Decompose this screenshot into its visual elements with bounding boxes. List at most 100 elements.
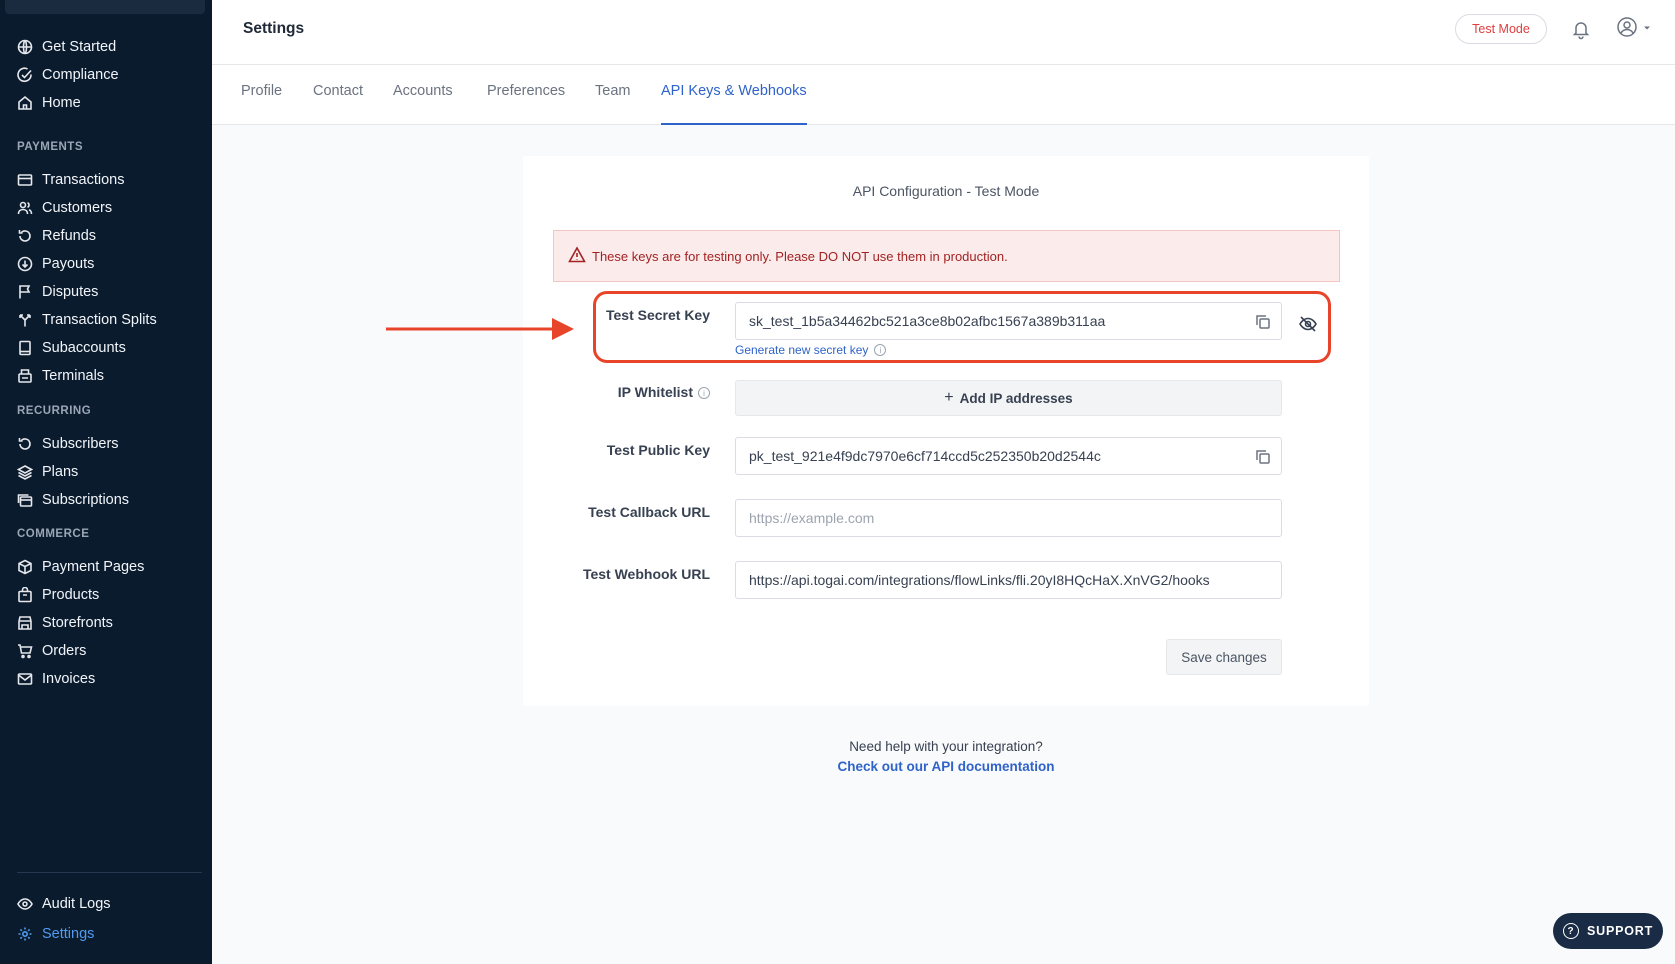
sidebar-item-subscriptions[interactable]: Subscriptions (17, 488, 129, 512)
user-menu[interactable] (1616, 16, 1656, 43)
test-mode-button[interactable]: Test Mode (1455, 14, 1547, 44)
sidebar-item-home[interactable]: Home (17, 91, 81, 115)
sidebar-item-invoices[interactable]: Invoices (17, 667, 95, 691)
sidebar-item-label: Orders (42, 643, 87, 659)
tab-api-keys-webhooks[interactable]: API Keys & Webhooks (661, 83, 807, 125)
user-avatar-icon (1616, 16, 1638, 43)
plus-icon: + (944, 389, 954, 406)
support-button[interactable]: ? SUPPORT (1553, 913, 1663, 949)
sidebar-item-label: Subscriptions (42, 492, 130, 508)
globe-icon (17, 39, 33, 55)
check-circle-icon (17, 67, 33, 83)
notifications-bell-icon[interactable] (1570, 18, 1592, 40)
top-header: Settings Test Mode (212, 0, 1675, 65)
add-ip-label: Add IP addresses (959, 390, 1073, 406)
sidebar-item-label: Customers (42, 200, 113, 216)
sidebar-item-get-started[interactable]: Get Started (17, 35, 116, 59)
warning-triangle-icon (568, 245, 592, 267)
sidebar-item-transactions[interactable]: Transactions (17, 168, 124, 192)
sidebar-divider (17, 872, 202, 873)
eye-icon (17, 896, 33, 912)
annotation-arrow-icon (386, 318, 574, 340)
copy-secret-key-icon[interactable] (1254, 313, 1272, 331)
home-icon (17, 95, 33, 111)
copy-public-key-icon[interactable] (1254, 448, 1272, 466)
sidebar-item-label: Transaction Splits (42, 312, 157, 328)
cart-icon (17, 643, 33, 659)
sidebar-item-label: Subscribers (42, 436, 119, 452)
sidebar-item-label: Transactions (42, 172, 125, 188)
support-label: SUPPORT (1586, 924, 1654, 938)
add-ip-addresses-button[interactable]: + Add IP addresses (735, 380, 1282, 416)
settings-tabs: Profile Contact Accounts Preferences Tea… (212, 65, 1675, 125)
sidebar-section-recurring: RECURRING (17, 405, 92, 417)
secret-key-field[interactable]: sk_test_1b5a34462bc521a3ce8b02afbc1567a3… (735, 302, 1282, 340)
sidebar-section-commerce: COMMERCE (17, 528, 90, 540)
sidebar-item-terminals[interactable]: Terminals (17, 364, 104, 388)
tab-contact[interactable]: Contact (313, 83, 363, 125)
sidebar-item-subscribers[interactable]: Subscribers (17, 432, 119, 456)
box-icon (17, 559, 33, 575)
public-key-value: pk_test_921e4f9dc7970e6cf714ccd5c252350b… (749, 448, 1101, 464)
tab-preferences[interactable]: Preferences (487, 83, 565, 125)
secret-key-value: sk_test_1b5a34462bc521a3ce8b02afbc1567a3… (749, 313, 1106, 329)
mail-icon (17, 671, 33, 687)
callback-url-label: Test Callback URL (588, 504, 710, 520)
card-icon (17, 172, 33, 188)
sidebar-item-label: Payouts (42, 256, 95, 272)
storefront-icon (17, 615, 33, 631)
tab-profile[interactable]: Profile (241, 83, 282, 125)
sidebar: Get Started Compliance Home PAYMENTS Tra… (0, 0, 212, 964)
sidebar-item-transaction-splits[interactable]: Transaction Splits (17, 308, 157, 332)
sidebar-item-disputes[interactable]: Disputes (17, 280, 98, 304)
package-icon (17, 587, 33, 603)
sidebar-item-subaccounts[interactable]: Subaccounts (17, 336, 126, 360)
split-icon (17, 312, 33, 328)
sidebar-item-refunds[interactable]: Refunds (17, 224, 96, 248)
sidebar-item-label: Storefronts (42, 615, 113, 631)
sidebar-item-storefronts[interactable]: Storefronts (17, 611, 113, 635)
sidebar-item-settings[interactable]: Settings (17, 922, 94, 946)
sidebar-item-payouts[interactable]: Payouts (17, 252, 94, 276)
tab-team[interactable]: Team (595, 83, 630, 125)
info-icon: i (874, 344, 887, 356)
api-documentation-link[interactable]: Check out our API documentation (523, 759, 1369, 774)
webhook-url-input[interactable]: https://api.togai.com/integrations/flowL… (735, 561, 1282, 599)
sidebar-item-label: Settings (42, 926, 95, 942)
sidebar-item-audit-logs[interactable]: Audit Logs (17, 892, 111, 916)
sidebar-item-compliance[interactable]: Compliance (17, 63, 119, 87)
sidebar-item-plans[interactable]: Plans (17, 460, 78, 484)
card-title: API Configuration - Test Mode (852, 183, 1040, 199)
sidebar-item-label: Compliance (42, 67, 119, 83)
public-key-label: Test Public Key (606, 442, 710, 458)
sidebar-item-label: Audit Logs (42, 896, 111, 912)
payout-icon (17, 256, 33, 272)
sidebar-top-bar (5, 0, 205, 14)
warning-text: These keys are for testing only. Please … (592, 248, 1008, 264)
ip-whitelist-label-text: IP Whitelist (617, 384, 693, 400)
sidebar-item-label: Invoices (42, 671, 96, 687)
sidebar-item-products[interactable]: Products (17, 583, 99, 607)
save-changes-button[interactable]: Save changes (1166, 639, 1282, 675)
help-text: Need help with your integration? (849, 739, 1043, 754)
sidebar-item-label: Products (42, 587, 100, 603)
sidebar-item-label: Disputes (42, 284, 99, 300)
public-key-field[interactable]: pk_test_921e4f9dc7970e6cf714ccd5c252350b… (735, 437, 1282, 475)
sidebar-item-customers[interactable]: Customers (17, 196, 112, 220)
sidebar-item-label: Subaccounts (42, 340, 126, 356)
generate-secret-key-link[interactable]: Generate new secret key i (735, 343, 887, 357)
terminal-icon (17, 368, 33, 384)
generate-secret-key-text: Generate new secret key (735, 343, 869, 357)
subscriptions-icon (17, 492, 33, 508)
tab-accounts[interactable]: Accounts (393, 83, 453, 125)
sidebar-item-orders[interactable]: Orders (17, 639, 86, 663)
users-icon (17, 200, 33, 216)
subaccount-icon (17, 340, 33, 356)
sidebar-item-label: Home (42, 95, 81, 111)
webhook-url-value: https://api.togai.com/integrations/flowL… (749, 572, 1210, 588)
hide-secret-key-icon[interactable] (1298, 314, 1318, 334)
sidebar-item-payment-pages[interactable]: Payment Pages (17, 555, 144, 579)
layers-icon (17, 464, 33, 480)
callback-url-input[interactable] (735, 499, 1282, 537)
info-icon[interactable]: i (698, 387, 710, 400)
